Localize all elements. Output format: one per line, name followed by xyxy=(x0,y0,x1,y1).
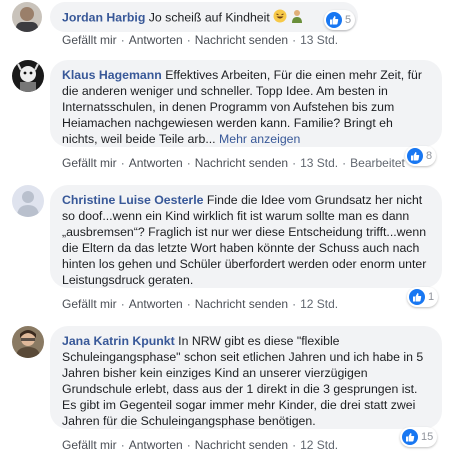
like-link[interactable]: Gefällt mir xyxy=(62,297,117,311)
timestamp[interactable]: 13 Std. xyxy=(300,33,338,47)
send-message-link[interactable]: Nachricht senden xyxy=(195,297,288,311)
comment-author[interactable]: Christine Luise Oesterle xyxy=(62,193,203,207)
comment-actions: Gefällt mir · Antworten · Nachricht senden · 1… xyxy=(62,438,339,452)
reaction-count[interactable]: 8 xyxy=(405,146,437,166)
avatar[interactable] xyxy=(12,60,44,92)
comment-bubble: Klaus Hagemann Effektives Arbeiten, Für … xyxy=(50,60,442,147)
comment-bubble: Jana Katrin Kpunkt In NRW gibt es diese … xyxy=(50,326,442,429)
reply-link[interactable]: Antworten xyxy=(129,438,183,452)
comment-actions: Gefällt mir · Antworten · Nachricht senden · 1… xyxy=(62,297,339,311)
thumbs-up-icon xyxy=(407,148,423,164)
avatar[interactable] xyxy=(12,2,42,32)
comment-author[interactable]: Jordan Harbig xyxy=(62,10,145,24)
comment-actions: Gefällt mir · Antworten · Nachricht senden · 1… xyxy=(62,33,339,47)
avatar[interactable] xyxy=(12,326,44,358)
timestamp[interactable]: 12 Std. xyxy=(300,297,338,311)
reply-link[interactable]: Antworten xyxy=(129,33,183,47)
thumbs-up-icon xyxy=(402,429,418,445)
comment-bubble: Christine Luise Oesterle Finde die Idee … xyxy=(50,185,442,288)
comment-text: Jo scheiß auf Kindheit xyxy=(148,10,270,25)
comment-text: Finde die Idee vom Grundsatz her nicht s… xyxy=(62,193,427,287)
reaction-count[interactable]: 5 xyxy=(324,10,356,30)
comment-author[interactable]: Jana Katrin Kpunkt xyxy=(62,334,175,348)
like-link[interactable]: Gefällt mir xyxy=(62,156,117,170)
edited-label[interactable]: Bearbeitet xyxy=(350,156,405,170)
person-emoji-icon xyxy=(291,9,303,27)
reaction-count[interactable]: 1 xyxy=(407,287,439,307)
comment-text: In NRW gibt es diese "flexible Schuleing… xyxy=(62,334,424,428)
avatar[interactable] xyxy=(12,185,44,217)
timestamp[interactable]: 13 Std. xyxy=(300,156,338,170)
see-more-link[interactable]: Mehr anzeigen xyxy=(219,132,300,146)
reply-link[interactable]: Antworten xyxy=(129,297,183,311)
like-link[interactable]: Gefällt mir xyxy=(62,438,117,452)
reply-link[interactable]: Antworten xyxy=(129,156,183,170)
comment-bubble: Jordan Harbig Jo scheiß auf Kindheit xyxy=(50,2,358,32)
comment-actions: Gefällt mir · Antworten · Nachricht senden · 1… xyxy=(62,156,405,170)
like-link[interactable]: Gefällt mir xyxy=(62,33,117,47)
timestamp[interactable]: 12 Std. xyxy=(300,438,338,452)
send-message-link[interactable]: Nachricht senden xyxy=(195,156,288,170)
send-message-link[interactable]: Nachricht senden xyxy=(195,438,288,452)
reaction-count[interactable]: 15 xyxy=(400,427,438,447)
send-message-link[interactable]: Nachricht senden xyxy=(195,33,288,47)
thumbs-up-icon xyxy=(409,289,425,305)
laughing-emoji-icon xyxy=(273,9,287,27)
comment-author[interactable]: Klaus Hagemann xyxy=(62,68,162,82)
thumbs-up-icon xyxy=(326,12,342,28)
